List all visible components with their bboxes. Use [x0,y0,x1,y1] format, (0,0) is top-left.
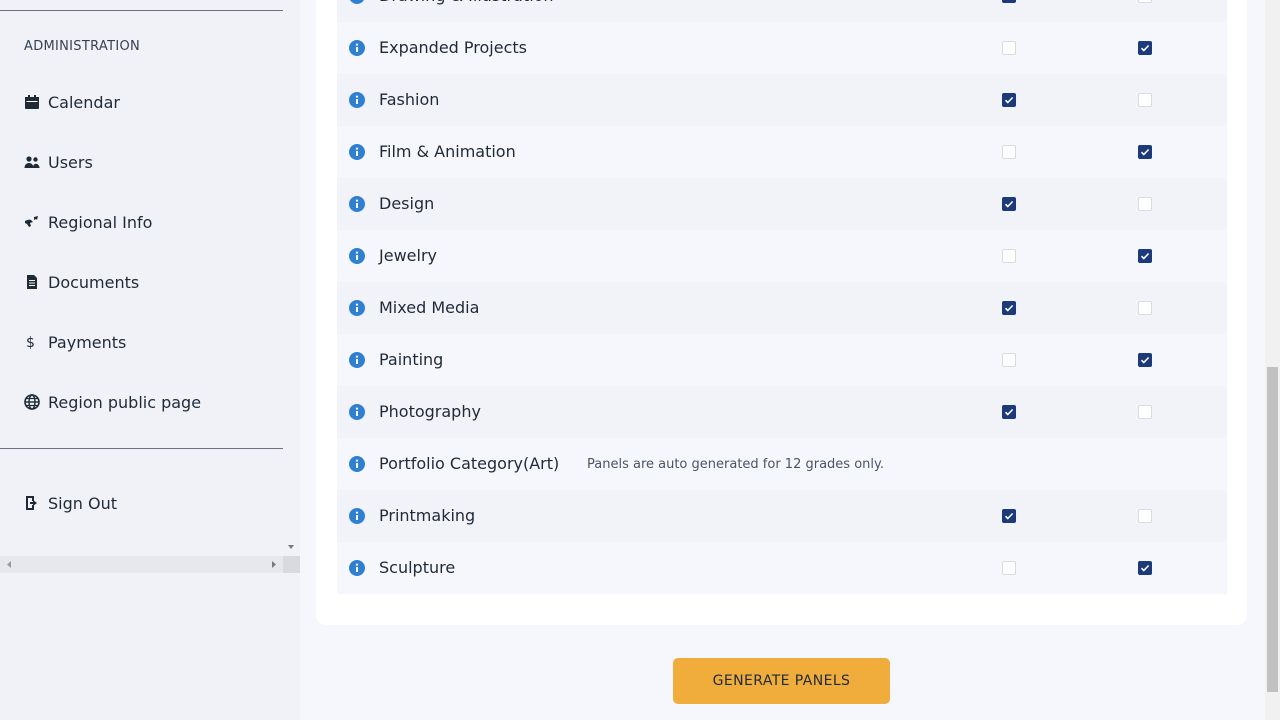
second-column-checkbox[interactable] [1138,405,1152,419]
scroll-right-arrow-icon[interactable] [270,560,278,569]
sidebar-item-documents[interactable]: Documents [24,270,139,294]
category-label: Photography [379,402,481,421]
dollar-icon: $ [24,334,40,350]
category-label: Film & Animation [379,142,516,161]
first-column-checkbox[interactable] [1002,353,1016,367]
second-column-checkbox[interactable] [1138,561,1152,575]
sidebar-item-label: Sign Out [48,493,117,513]
category-row: Design [337,178,1227,230]
info-icon[interactable] [349,144,365,160]
category-row: Drawing & Illustration [337,0,1227,22]
first-column-checkbox[interactable] [1002,145,1016,159]
category-label: Fashion [379,90,440,109]
document-icon [24,274,40,290]
sidebar-item-payments[interactable]: $ Payments [24,330,126,354]
sidebar-scroll-area: ADMINISTRATION Calendar Users Regional I… [0,0,283,556]
sidebar-item-region-public-page[interactable]: Region public page [24,390,201,414]
region-icon [24,214,40,230]
category-label: Drawing & Illustration [379,0,554,5]
sidebar-horizontal-scrollbar[interactable] [0,556,283,573]
category-row: Printmaking [337,490,1227,542]
first-column-checkbox[interactable] [1002,301,1016,315]
category-row: Fashion [337,74,1227,126]
first-column-checkbox[interactable] [1002,561,1016,575]
category-label: Painting [379,350,444,369]
sign-out-button[interactable]: Sign Out [24,491,117,515]
sidebar-item-calendar[interactable]: Calendar [24,90,120,114]
page-scrollbar[interactable] [1265,0,1280,720]
second-column-checkbox[interactable] [1138,41,1152,55]
category-label: Expanded Projects [379,38,527,57]
main-content: Drawing & Illustration Expanded Projects F… [300,0,1265,720]
sidebar-divider [0,10,283,11]
second-column-checkbox[interactable] [1138,0,1152,3]
category-row: Sculpture [337,542,1227,594]
users-icon [24,154,40,170]
second-column-checkbox[interactable] [1138,509,1152,523]
info-icon[interactable] [349,404,365,420]
info-icon[interactable] [349,248,365,264]
sidebar-item-label: Documents [48,272,140,292]
category-row: Jewelry [337,230,1227,282]
second-column-checkbox[interactable] [1138,301,1152,315]
category-note: Panels are auto generated for 12 grades … [587,457,884,472]
category-row: Film & Animation [337,126,1227,178]
info-icon[interactable] [349,0,365,4]
first-column-checkbox[interactable] [1002,41,1016,55]
info-icon[interactable] [349,40,365,56]
first-column-checkbox[interactable] [1002,93,1016,107]
category-list: Drawing & Illustration Expanded Projects F… [337,0,1227,594]
sidebar-item-users[interactable]: Users [24,150,93,174]
info-icon[interactable] [349,508,365,524]
first-column-checkbox[interactable] [1002,197,1016,211]
first-column-checkbox[interactable] [1002,0,1016,3]
sidebar-item-label: Payments [48,332,127,352]
category-label: Sculpture [379,558,456,577]
info-icon[interactable] [349,196,365,212]
sidebar-item-label: Users [48,152,93,172]
globe-icon [24,394,40,410]
second-column-checkbox[interactable] [1138,353,1152,367]
scroll-down-arrow-icon[interactable] [287,543,295,551]
sidebar-section-title: ADMINISTRATION [24,39,141,54]
sidebar-item-label: Regional Info [48,212,153,232]
category-label: Portfolio Category(Art) [379,454,560,473]
category-label: Jewelry [379,246,437,265]
svg-text:$: $ [26,335,35,350]
scrollbar-corner [283,556,300,573]
sidebar-item-regional-info[interactable]: Regional Info [24,210,152,234]
page-scrollbar-thumb[interactable] [1267,367,1278,692]
info-icon[interactable] [349,92,365,108]
sidebar: ADMINISTRATION Calendar Users Regional I… [0,0,300,720]
sidebar-item-label: Calendar [48,92,120,112]
info-icon[interactable] [349,300,365,316]
first-column-checkbox[interactable] [1002,405,1016,419]
calendar-icon [24,94,40,110]
generate-panels-button[interactable]: GENERATE PANELS [673,658,890,704]
category-label: Mixed Media [379,298,480,317]
category-label: Printmaking [379,506,476,525]
second-column-checkbox[interactable] [1138,145,1152,159]
first-column-checkbox[interactable] [1002,249,1016,263]
sign-out-icon [24,495,40,511]
second-column-checkbox[interactable] [1138,249,1152,263]
category-row: Painting [337,334,1227,386]
scroll-left-arrow-icon[interactable] [5,560,13,569]
second-column-checkbox[interactable] [1138,93,1152,107]
first-column-checkbox[interactable] [1002,509,1016,523]
category-row: Expanded Projects [337,22,1227,74]
category-row: Mixed Media [337,282,1227,334]
sidebar-divider [0,448,283,449]
info-icon[interactable] [349,456,365,472]
info-icon[interactable] [349,352,365,368]
category-label: Design [379,194,435,213]
category-row: Photography [337,386,1227,438]
second-column-checkbox[interactable] [1138,197,1152,211]
sidebar-item-label: Region public page [48,392,202,412]
category-row: Portfolio Category(Art) Panels are auto g… [337,438,1227,490]
info-icon[interactable] [349,560,365,576]
